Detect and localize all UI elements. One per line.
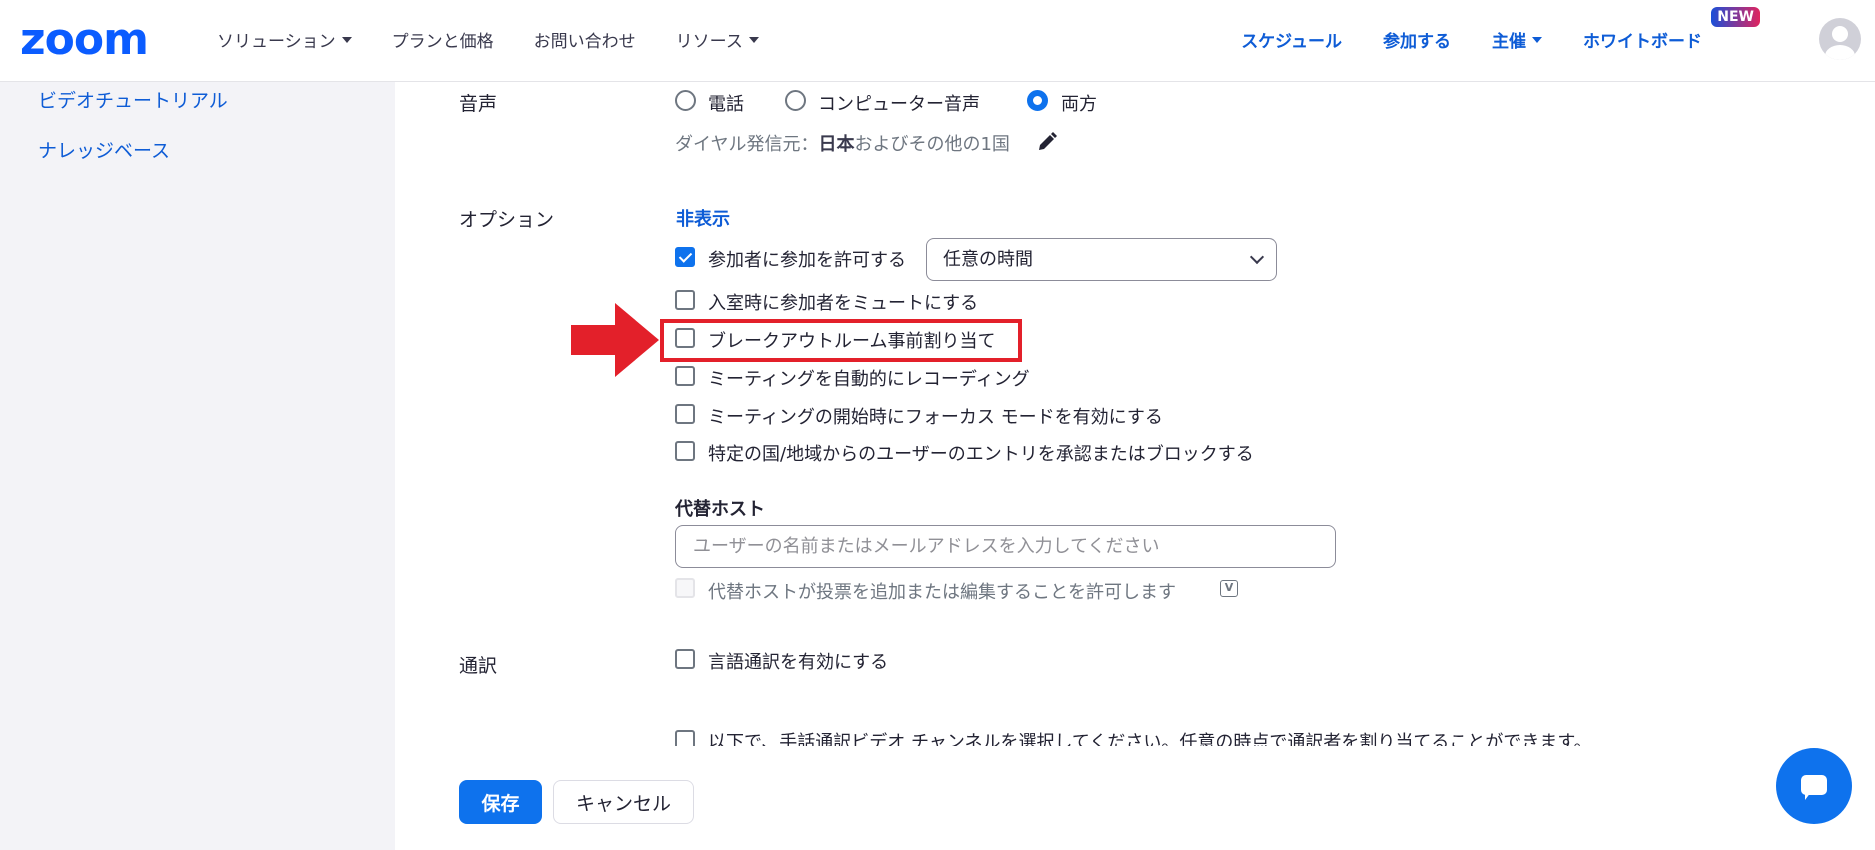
sidebar: ビデオチュートリアル ナレッジベース	[0, 0, 395, 850]
alt-host-heading: 代替ホスト	[675, 499, 765, 520]
language-interpretation-checkbox[interactable]	[675, 649, 695, 669]
alt-host-poll-checkbox	[675, 578, 695, 598]
save-button[interactable]: 保存	[459, 780, 542, 824]
auto-record-checkbox[interactable]	[675, 366, 695, 386]
audio-option-computer-label: コンピューター音声	[818, 94, 980, 115]
focus-mode-label: ミーティングの開始時にフォーカス モードを有効にする	[708, 407, 1163, 428]
focus-mode-checkbox[interactable]	[675, 404, 695, 424]
zoom-logo[interactable]: zoom	[20, 16, 149, 64]
auto-record-label: ミーティングを自動的にレコーディング	[708, 369, 1030, 390]
chat-button[interactable]	[1776, 748, 1852, 824]
nav-schedule[interactable]: スケジュール	[1241, 27, 1342, 52]
nav-right: スケジュール 参加する 主催 ホワイトボード NEW	[1241, 0, 1875, 78]
allow-join-checkbox[interactable]	[675, 247, 695, 267]
options-label: オプション	[459, 209, 555, 231]
pencil-edit-icon[interactable]	[1036, 131, 1058, 157]
sign-language-checkbox[interactable]	[675, 730, 695, 746]
alt-host-poll-label: 代替ホストが投票を追加または編集することを許可します	[708, 582, 1176, 603]
sidebar-item-knowledge-base[interactable]: ナレッジベース	[38, 136, 170, 163]
allow-join-time-select[interactable]: 任意の時間	[926, 238, 1277, 281]
region-block-checkbox[interactable]	[675, 441, 695, 461]
mute-on-entry-checkbox[interactable]	[675, 290, 695, 310]
audio-option-both-label: 両方	[1061, 94, 1097, 115]
audio-radio-computer[interactable]	[785, 90, 806, 111]
nav-join[interactable]: 参加する	[1383, 27, 1451, 52]
nav-contact[interactable]: お問い合わせ	[534, 27, 636, 52]
chevron-down-icon	[341, 37, 352, 43]
audio-option-phone-label: 電話	[708, 94, 744, 115]
alt-host-input[interactable]	[675, 525, 1336, 568]
language-interpretation-label: 言語通訳を有効にする	[708, 652, 889, 673]
chevron-down-icon	[1249, 249, 1265, 265]
nav-join-label: 参加する	[1383, 31, 1451, 52]
nav-host-label: 主催	[1492, 31, 1526, 52]
audio-radio-both[interactable]	[1027, 90, 1048, 111]
highlight-box	[660, 319, 1022, 362]
dial-in-info: ダイヤル発信元：日本およびその他の1国	[675, 130, 1010, 156]
nav-whiteboard-label: ホワイトボード	[1583, 31, 1702, 52]
cancel-button[interactable]: キャンセル	[553, 780, 694, 824]
nav-plans-pricing-label: プランと価格	[391, 31, 494, 52]
dial-in-suffix: およびその他の1国	[854, 134, 1010, 155]
avatar[interactable]	[1819, 18, 1861, 60]
sign-language-label: 以下で、手話通訳ビデオ チャンネルを選択してください。任意の時点で通訳者を割り当…	[708, 732, 1592, 746]
audio-radio-phone[interactable]	[675, 90, 696, 111]
nav-schedule-label: スケジュール	[1241, 31, 1342, 52]
nav-host[interactable]: 主催	[1492, 27, 1542, 52]
dial-in-prefix: ダイヤル発信元：	[675, 134, 819, 155]
nav-left: ソリューション プランと価格 お問い合わせ リソース	[217, 0, 799, 78]
options-hide-toggle[interactable]: 非表示	[676, 205, 730, 231]
allow-join-label: 参加者に参加を許可する	[708, 250, 906, 271]
nav-resources[interactable]: リソース	[676, 27, 759, 52]
chevron-down-icon	[1532, 37, 1542, 43]
mute-on-entry-label: 入室時に参加者をミュートにする	[708, 293, 979, 314]
allow-join-time-value: 任意の時間	[943, 249, 1033, 270]
info-v-icon[interactable]: V	[1220, 580, 1238, 597]
nav-solutions-label: ソリューション	[217, 31, 336, 52]
dial-in-country: 日本	[818, 134, 855, 155]
audio-label: 音声	[459, 93, 498, 115]
region-block-label: 特定の国/地域からのユーザーのエントリを承認またはブロックする	[708, 444, 1254, 465]
red-arrow-icon	[571, 303, 659, 381]
sidebar-item-video-tutorials[interactable]: ビデオチュートリアル	[38, 86, 228, 113]
nav-contact-label: お問い合わせ	[533, 31, 636, 52]
nav-solutions[interactable]: ソリューション	[217, 27, 352, 52]
interpretation-label: 通訳	[459, 655, 498, 677]
sign-language-row: 以下で、手話通訳ビデオ チャンネルを選択してください。任意の時点で通訳者を割り当…	[675, 720, 1655, 746]
chevron-down-icon	[748, 37, 759, 43]
nav-whiteboard[interactable]: ホワイトボード NEW	[1583, 6, 1760, 52]
nav-plans-pricing[interactable]: プランと価格	[392, 27, 494, 52]
new-badge: NEW	[1711, 6, 1760, 27]
nav-resources-label: リソース	[675, 31, 743, 52]
chat-bubble-tail	[1805, 792, 1811, 800]
top-header: zoom ソリューション プランと価格 お問い合わせ リソース スケジュール 参…	[0, 0, 1875, 82]
